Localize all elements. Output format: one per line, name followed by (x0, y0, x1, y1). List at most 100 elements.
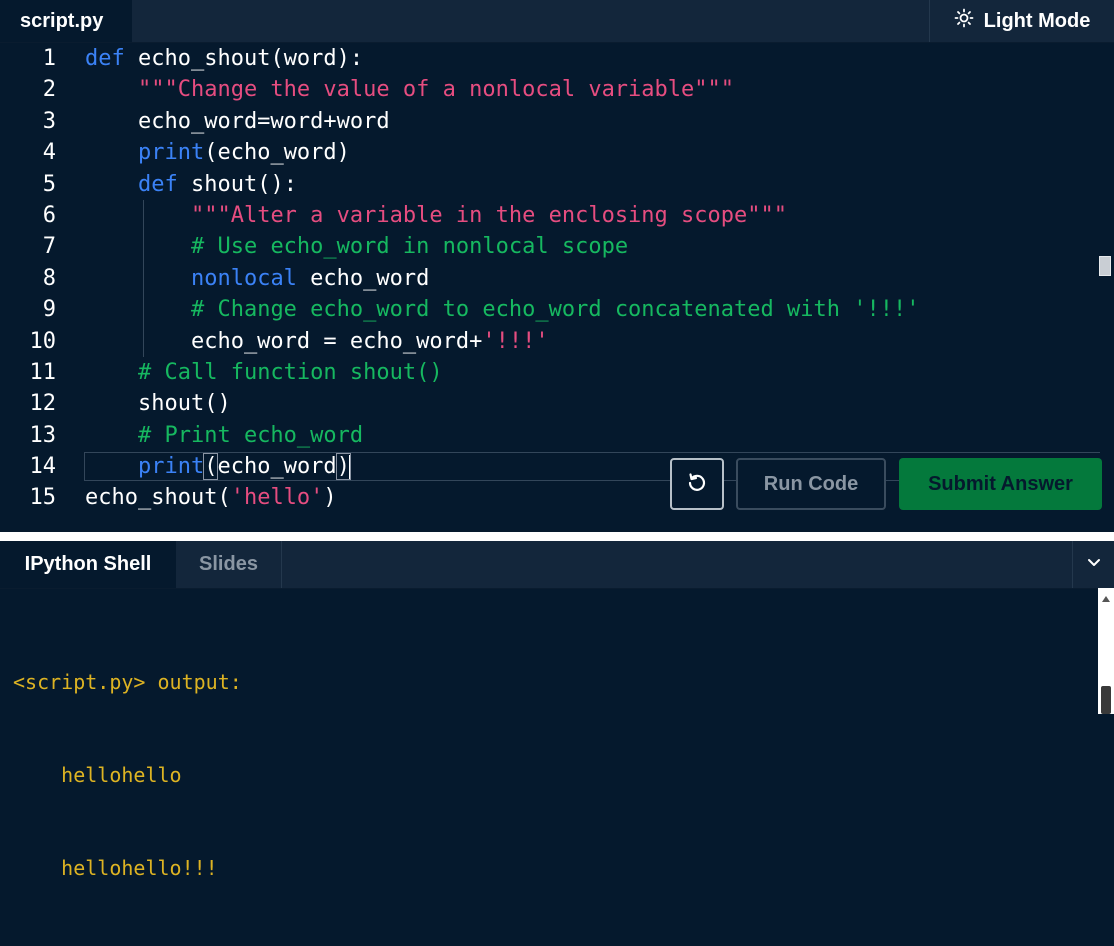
code-line-content: # Use echo_word in nonlocal scope (85, 231, 628, 262)
code-token: print (137, 454, 205, 480)
code-token: echo_shout(word): (124, 46, 364, 71)
code-line-content: def echo_shout(word): (85, 43, 363, 74)
code-area[interactable]: 1 def echo_shout(word): 2 """Change the va… (0, 43, 1100, 514)
shell-tab-bar: IPython Shell Slides (0, 541, 1114, 589)
submit-answer-button[interactable]: Submit Answer (899, 458, 1102, 510)
code-line[interactable]: 11 # Call function shout() (0, 357, 1100, 388)
line-number: 1 (42, 46, 56, 71)
code-line-content: # Call function shout() (85, 357, 443, 388)
code-line-content: def shout(): (85, 169, 297, 200)
code-token: echo_word=word+word (85, 108, 390, 134)
code-line-content: # Change echo_word to echo_word concaten… (85, 294, 919, 325)
code-token: # Print echo_word (137, 422, 364, 448)
code-token: '!!!' (482, 328, 549, 354)
code-line[interactable]: 2 """Change the value of a nonlocal vari… (0, 74, 1100, 105)
line-number: 7 (42, 234, 56, 260)
code-line-content: echo_shout('hello') (85, 482, 337, 513)
code-token: shout(): (177, 171, 297, 197)
line-number: 6 (42, 202, 56, 228)
reset-icon (685, 470, 709, 499)
line-number: 3 (42, 108, 56, 134)
output-line: <script.py> output: (13, 670, 242, 694)
editor-tab-bar: script.py Light Mode (0, 0, 1114, 43)
tab-slides[interactable]: Slides (176, 541, 282, 588)
scroll-up-icon[interactable] (1102, 596, 1110, 602)
code-line[interactable]: 5 def shout(): (0, 169, 1100, 200)
code-token: echo_shout( (85, 485, 231, 511)
output-line: hellohello!!! (13, 856, 218, 880)
tab-script-py[interactable]: script.py (0, 0, 132, 42)
shell-scrollbar-thumb[interactable] (1101, 686, 1111, 714)
code-token: def (137, 171, 178, 197)
code-token: """Change the value of a nonlocal variab… (137, 77, 735, 103)
line-number: 5 (42, 171, 56, 197)
code-token: ) (323, 485, 337, 511)
line-number: 13 (29, 422, 57, 448)
code-line-content: """Change the value of a nonlocal variab… (85, 74, 734, 105)
code-token: (echo_word) (204, 140, 350, 166)
line-number: 9 (42, 297, 56, 323)
reset-button[interactable] (670, 458, 724, 510)
shell-scrollbar[interactable] (1098, 588, 1114, 714)
text-cursor (348, 455, 351, 480)
code-token: echo_word (296, 265, 430, 291)
code-line[interactable]: 12 shout() (0, 388, 1100, 419)
code-token: echo_word = echo_word+ (85, 328, 483, 354)
chevron-down-icon (1086, 554, 1102, 575)
line-number: 2 (42, 77, 56, 103)
ipython-shell-panel: IPython Shell Slides <script.py> output:… (0, 541, 1114, 880)
run-code-button[interactable]: Run Code (736, 458, 886, 510)
code-token: shout() (85, 391, 231, 417)
code-token: print (137, 140, 205, 166)
code-line[interactable]: 4 print(echo_word) (0, 137, 1100, 168)
line-number: 8 (42, 265, 56, 291)
code-line[interactable]: 8 nonlocal echo_word (0, 262, 1100, 295)
line-number: 10 (29, 328, 57, 354)
code-token: """Alter a variable in the enclosing sco… (190, 202, 787, 228)
code-line[interactable]: 13 # Print echo_word (0, 420, 1100, 451)
code-token: ( (203, 453, 219, 481)
code-line-content: nonlocal echo_word (85, 263, 429, 294)
code-token: nonlocal (190, 265, 297, 291)
code-token: # Use echo_word in nonlocal scope (190, 234, 629, 260)
code-token: echo_word (217, 454, 337, 480)
code-line[interactable]: 6 """Alter a variable in the enclosing s… (0, 199, 1100, 232)
code-line-content: echo_word = echo_word+'!!!' (85, 326, 549, 357)
code-token: # Call function shout() (137, 359, 443, 385)
code-line[interactable]: 3 echo_word=word+word (0, 106, 1100, 137)
light-mode-toggle[interactable]: Light Mode (929, 0, 1114, 42)
code-line[interactable]: 10 echo_word = echo_word+'!!!' (0, 325, 1100, 357)
code-editor-panel: script.py Light Mode 1 def echo_shout(wor… (0, 0, 1114, 532)
code-line[interactable]: 1 def echo_shout(word): (0, 43, 1100, 74)
line-number: 15 (29, 485, 57, 511)
collapse-button[interactable] (1072, 541, 1114, 588)
line-number: 4 (42, 140, 56, 166)
code-line[interactable]: 7 # Use echo_word in nonlocal scope (0, 231, 1100, 263)
line-number: 11 (29, 359, 57, 385)
sun-icon (954, 8, 974, 34)
line-number: 14 (29, 454, 57, 480)
tab-ipython-shell[interactable]: IPython Shell (0, 541, 176, 588)
code-token: # Change echo_word to echo_word concaten… (190, 297, 920, 323)
panel-divider[interactable] (0, 532, 1114, 541)
editor-scrollbar[interactable] (1099, 256, 1111, 276)
code-line-content: echo_word=word+word (85, 106, 390, 137)
code-token: ) (335, 453, 351, 481)
code-line[interactable]: 9 # Change echo_word to echo_word concat… (0, 294, 1100, 326)
code-line-content: """Alter a variable in the enclosing sco… (85, 200, 787, 231)
output-line: hellohello (13, 763, 182, 787)
code-line-content: # Print echo_word (85, 420, 363, 451)
code-token: 'hello' (230, 485, 324, 511)
code-line-content: print(echo_word) (85, 451, 351, 482)
light-mode-label: Light Mode (983, 9, 1091, 32)
